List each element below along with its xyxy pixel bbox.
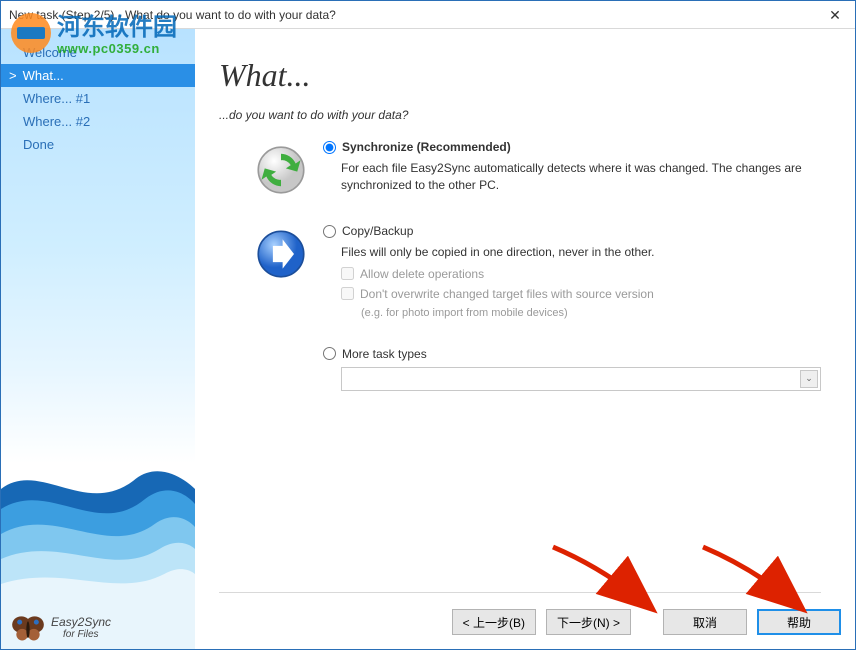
radio-copy[interactable]: Copy/Backup xyxy=(323,224,821,238)
checkbox-allow-delete[interactable]: Allow delete operations xyxy=(341,267,821,281)
sidebar-item-where2[interactable]: Where... #2 xyxy=(1,110,195,133)
logo-line1: Easy2Sync xyxy=(51,616,111,629)
chevron-down-icon[interactable]: ⌄ xyxy=(800,370,818,388)
radio-more-input[interactable] xyxy=(323,347,336,360)
titlebar: New task (Step 2/5) - What do you want t… xyxy=(1,1,855,29)
radio-synchronize[interactable]: Synchronize (Recommended) xyxy=(323,140,821,154)
sidebar-item-what[interactable]: What... xyxy=(1,64,195,87)
checkbox-allow-delete-input[interactable] xyxy=(341,267,354,280)
copy-icon xyxy=(255,228,307,280)
radio-more[interactable]: More task types xyxy=(323,347,821,361)
separator xyxy=(219,592,821,593)
checkbox-allow-delete-label: Allow delete operations xyxy=(360,267,484,281)
radio-more-label: More task types xyxy=(342,347,427,361)
sidebar-item-done[interactable]: Done xyxy=(1,133,195,156)
cancel-button[interactable]: 取消 xyxy=(663,609,747,635)
radio-synchronize-label: Synchronize (Recommended) xyxy=(342,140,511,154)
radio-copy-input[interactable] xyxy=(323,225,336,238)
annotation-arrow-2 xyxy=(695,539,815,619)
sidebar: Welcome What... Where... #1 Where... #2 … xyxy=(1,29,195,649)
next-button[interactable]: 下一步(N) > xyxy=(546,609,631,635)
close-button[interactable]: ✕ xyxy=(815,1,855,29)
logo-line2: for Files xyxy=(63,629,111,640)
sync-desc: For each file Easy2Sync automatically de… xyxy=(323,160,821,194)
sidebar-item-where1[interactable]: Where... #1 xyxy=(1,87,195,110)
main-panel: What... ...do you want to do with your d… xyxy=(195,29,855,649)
sync-icon xyxy=(255,144,307,196)
radio-copy-label: Copy/Backup xyxy=(342,224,413,238)
annotation-arrow-1 xyxy=(545,539,665,619)
back-button[interactable]: < 上一步(B) xyxy=(452,609,536,635)
product-logo: Easy2Sync for Files xyxy=(11,613,111,643)
dont-overwrite-hint: (e.g. for photo import from mobile devic… xyxy=(361,307,821,319)
copy-desc: Files will only be copied in one directi… xyxy=(323,244,821,261)
page-subhead: ...do you want to do with your data? xyxy=(219,108,821,122)
page-heading: What... xyxy=(219,57,821,94)
help-button[interactable]: 帮助 xyxy=(757,609,841,635)
radio-synchronize-input[interactable] xyxy=(323,141,336,154)
sidebar-item-welcome[interactable]: Welcome xyxy=(1,41,195,64)
checkbox-dont-overwrite-label: Don't overwrite changed target files wit… xyxy=(360,287,654,301)
more-combo[interactable]: ⌄ xyxy=(341,367,821,391)
checkbox-dont-overwrite[interactable]: Don't overwrite changed target files wit… xyxy=(341,287,821,319)
checkbox-dont-overwrite-input[interactable] xyxy=(341,287,354,300)
window-title: New task (Step 2/5) - What do you want t… xyxy=(9,8,815,22)
butterfly-icon xyxy=(11,613,45,643)
